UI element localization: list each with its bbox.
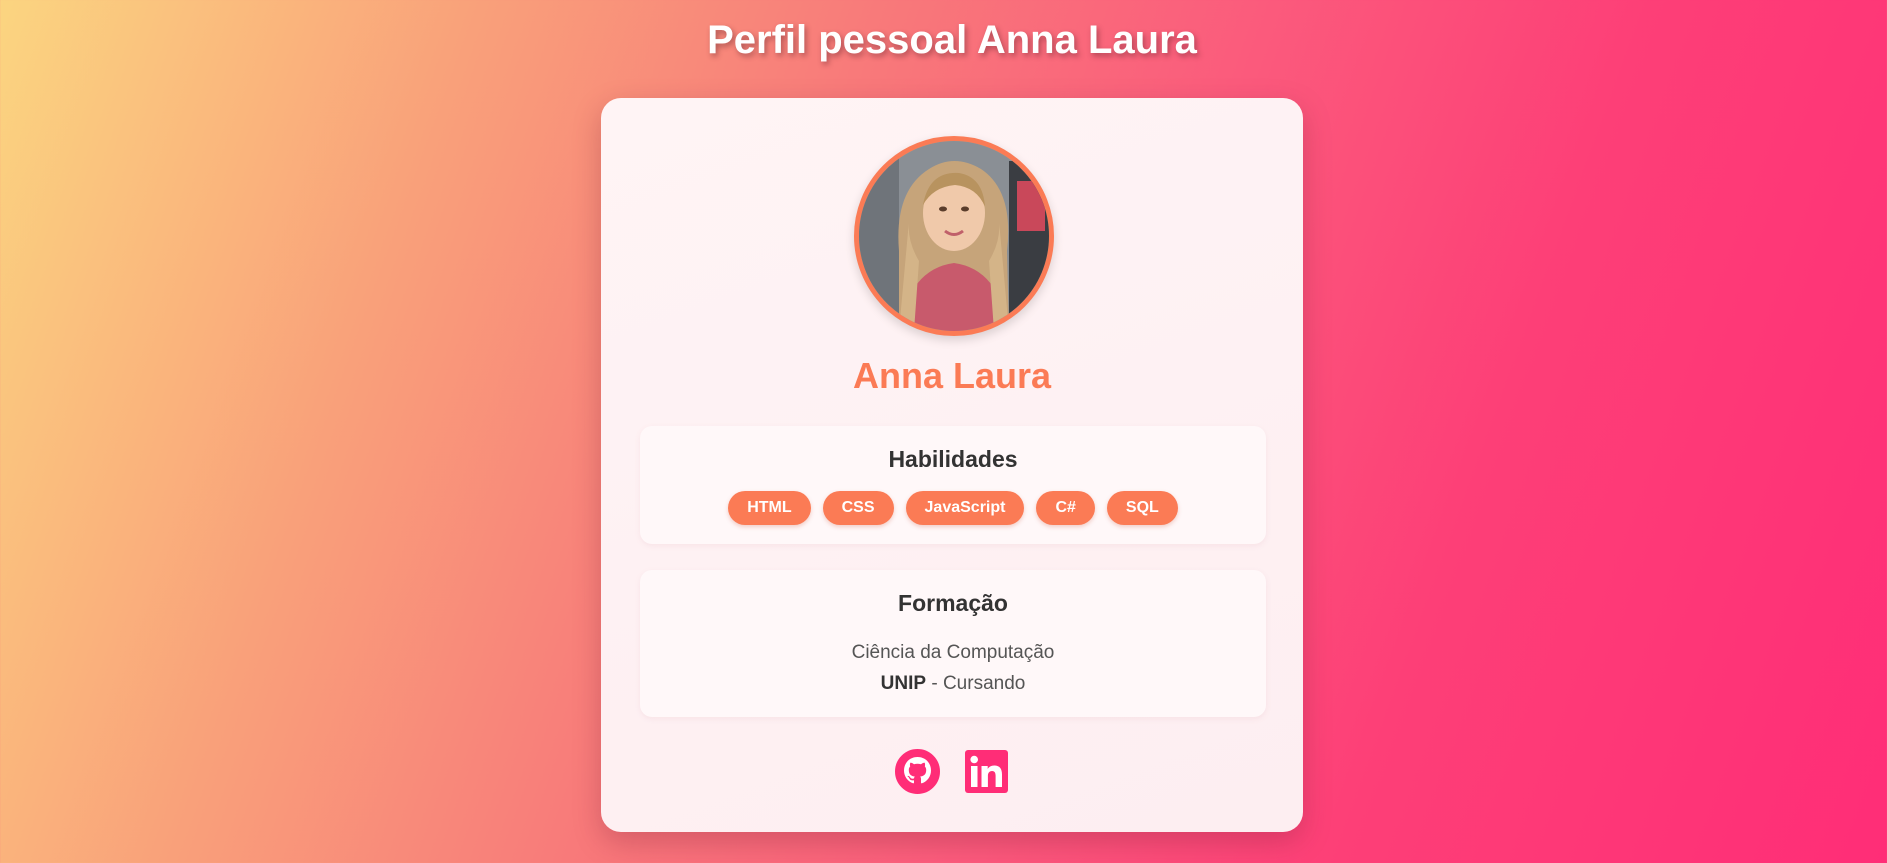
- linkedin-icon: [965, 750, 1008, 793]
- education-course: Ciência da Computação: [851, 642, 1055, 663]
- skill-badge: C#: [1036, 491, 1095, 525]
- profile-name: Anna Laura: [852, 355, 1052, 396]
- education-title: Formação: [898, 590, 1008, 616]
- skill-badge: CSS: [822, 491, 894, 525]
- skills-section: Habilidades HTML CSS JavaScript C# SQL: [640, 426, 1266, 544]
- skills-title: Habilidades: [888, 446, 1018, 472]
- education-status: - Cursando: [931, 673, 1026, 694]
- github-link[interactable]: [895, 749, 940, 794]
- social-links: [601, 749, 1303, 794]
- avatar: [854, 136, 1054, 336]
- education-section: Formação Ciência da Computação UNIP - Cu…: [640, 570, 1266, 717]
- skill-badge: JavaScript: [905, 491, 1025, 525]
- profile-card: Anna Laura Habilidades HTML CSS JavaScri…: [601, 98, 1303, 832]
- skill-badge: SQL: [1106, 491, 1178, 525]
- linkedin-link[interactable]: [964, 749, 1009, 794]
- page-title: Perfil pessoal Anna Laura: [707, 18, 1197, 62]
- education-school-line: UNIP - Cursando: [640, 673, 1266, 695]
- skill-badge: HTML: [728, 491, 811, 525]
- github-icon: [895, 749, 940, 794]
- education-school: UNIP: [880, 673, 927, 694]
- skills-list: HTML CSS JavaScript C# SQL: [640, 491, 1266, 525]
